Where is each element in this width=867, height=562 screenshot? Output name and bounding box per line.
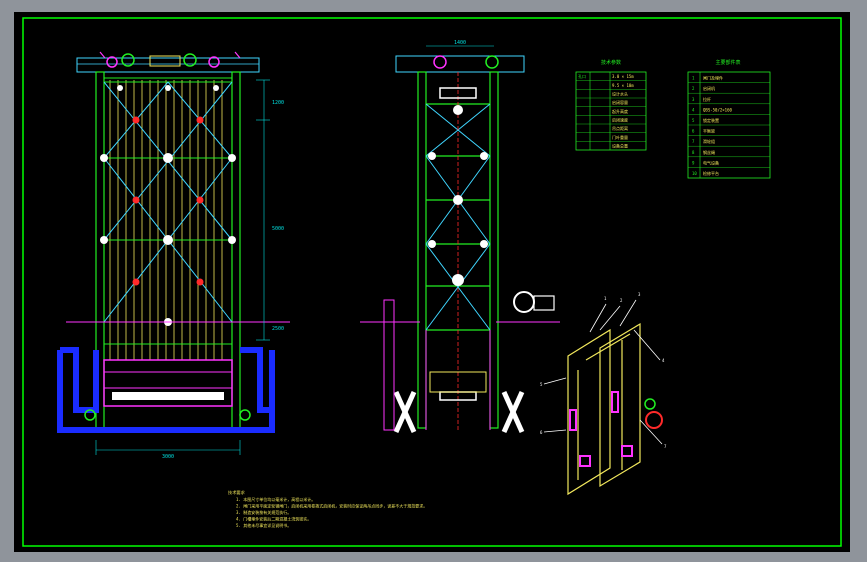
parts-row-name: 检修平台: [703, 170, 719, 176]
parts-row-name: 闸门及埋件: [703, 75, 723, 81]
parameter-row-value: 9.5 × 10m: [612, 83, 634, 88]
side-dim-top: 1400: [454, 40, 466, 46]
parameter-row-value: 启闭容量: [612, 99, 628, 105]
note-line: 3. 制造安装按有关规范执行。: [236, 509, 291, 515]
note-line: 5. 其他未尽事宜详见说明书。: [236, 522, 291, 528]
parameter-table-title: 技术参数: [601, 59, 621, 66]
front-dim-bottom: 3000: [162, 454, 174, 460]
parameter-row-value: 启闭速度: [612, 117, 628, 123]
parts-row-name: 钢丝绳: [703, 149, 715, 155]
parameter-row-value: 起升高度: [612, 108, 628, 114]
parts-row-name: 电气设备: [703, 159, 719, 165]
front-dim-right-mid: 5000: [272, 226, 284, 232]
parameter-row-label: 孔口: [578, 73, 586, 79]
note-line: 1. 本图尺寸单位均以毫米计，高程以米计。: [236, 496, 315, 502]
parameter-row-value: 吊点距离: [612, 125, 628, 131]
note-line: 4. 门槽埋件安装后二期混凝土浇筑密实。: [236, 516, 311, 522]
parameter-row-value: 设备总重: [612, 143, 628, 149]
front-dim-right-low: 2500: [272, 326, 284, 332]
parts-row-name: 锁定装置: [703, 117, 719, 123]
parts-row-name: 启闭机: [703, 85, 715, 91]
parts-row-name: QBS-50/2×160: [703, 107, 732, 112]
notes-title: 技术要求: [228, 489, 246, 496]
parts-row-name: 平衡梁: [703, 128, 715, 134]
cad-drawing-canvas: 3000 1200 5000 2500 1400 技术参数 孔口 3.0 × 1…: [0, 0, 867, 562]
parts-row-number: 10: [692, 171, 697, 176]
parts-table-title: 主要部件表: [715, 59, 740, 66]
note-line: 2. 闸门采用平面定轮钢闸门，启闭机采用卷扬式启闭机，安装时应保证两吊点同步，误…: [236, 503, 427, 509]
parts-row-name: 拉杆: [703, 96, 711, 102]
parts-row-name: 滑轮组: [703, 138, 715, 144]
parameter-row-value: 3.0 × 15m: [612, 74, 634, 79]
parameter-row-value: 设计水头: [612, 91, 628, 97]
front-dim-right-top: 1200: [272, 100, 284, 106]
parameter-row-value: 门叶重量: [612, 134, 628, 140]
